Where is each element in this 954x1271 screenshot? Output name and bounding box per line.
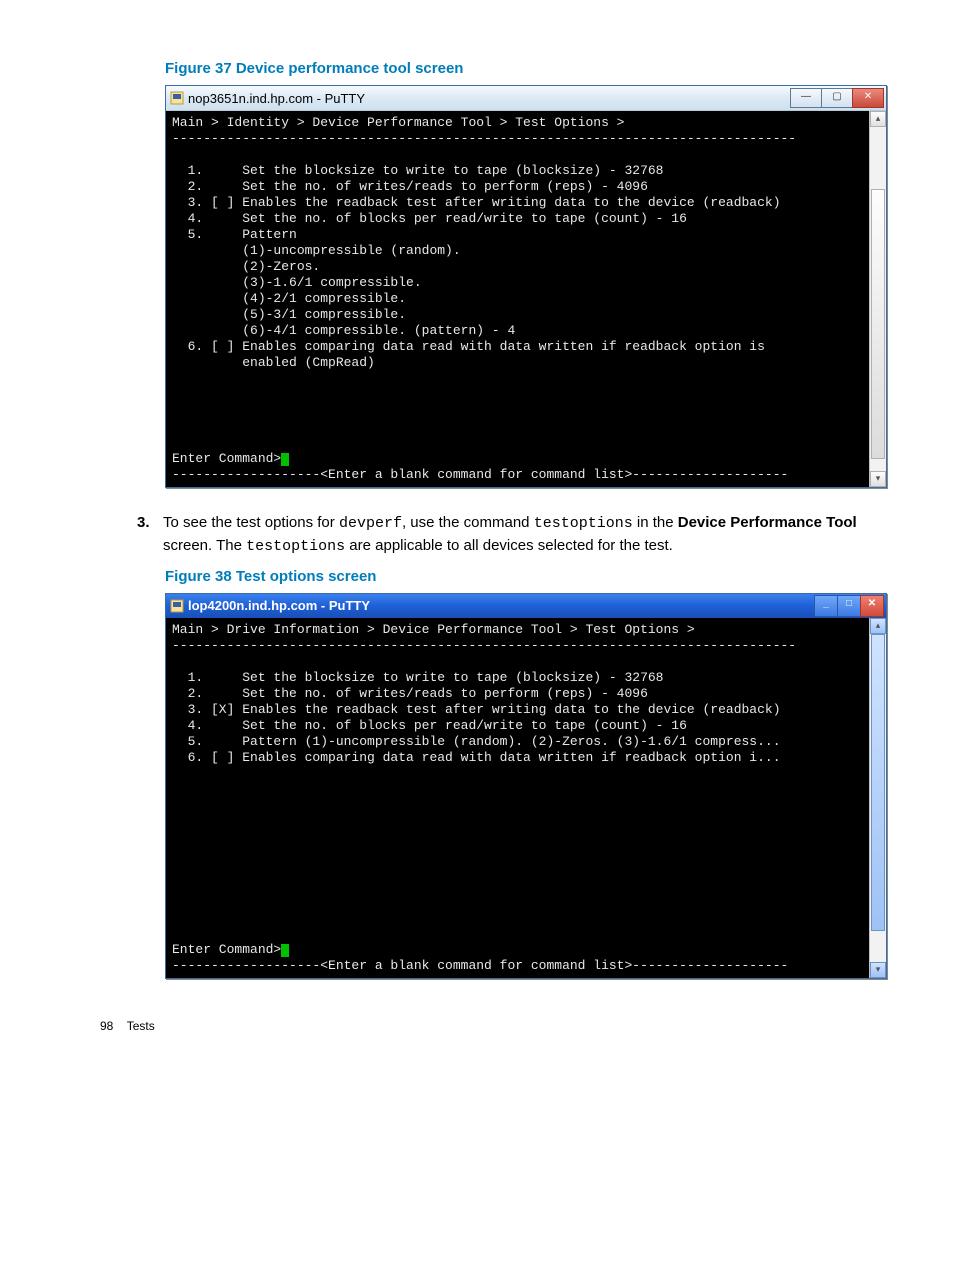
scroll-down-button[interactable]: ▾: [870, 471, 886, 487]
figure-38-caption: Figure 38 Test options screen: [165, 568, 884, 585]
page-footer: 98 Tests: [90, 1019, 884, 1033]
window-buttons-38: _ □ ✕: [815, 595, 884, 617]
scrollbar-37[interactable]: ▴ ▾: [869, 111, 886, 487]
page-number: 98: [100, 1019, 113, 1033]
close-button[interactable]: ✕: [860, 595, 884, 617]
step-number: 3.: [137, 512, 163, 558]
scroll-up-button[interactable]: ▴: [870, 111, 886, 127]
window-title-37: nop3651n.ind.hp.com - PuTTY: [188, 91, 365, 106]
scrollbar-38[interactable]: ▴ ▾: [869, 618, 886, 978]
terminal-38[interactable]: Main > Drive Information > Device Perfor…: [166, 618, 869, 978]
putty-icon: [170, 91, 184, 105]
scroll-down-button[interactable]: ▾: [870, 962, 886, 978]
cursor-icon: [281, 453, 289, 466]
maximize-button[interactable]: □: [837, 595, 861, 617]
terminal-37[interactable]: Main > Identity > Device Performance Too…: [166, 111, 869, 487]
figure-38-window: lop4200n.ind.hp.com - PuTTY _ □ ✕ Main >…: [165, 593, 887, 979]
maximize-button[interactable]: ▢: [821, 88, 853, 108]
scroll-thumb[interactable]: [871, 634, 885, 931]
minimize-button[interactable]: _: [814, 595, 838, 617]
putty-icon: [170, 599, 184, 613]
figure-37-caption: Figure 37 Device performance tool screen: [165, 60, 884, 77]
section-name: Tests: [127, 1019, 155, 1033]
scroll-track[interactable]: [870, 634, 886, 962]
cursor-icon: [281, 944, 289, 957]
figure-37-window: nop3651n.ind.hp.com - PuTTY — ▢ ✕ Main >…: [165, 85, 887, 488]
titlebar-37: nop3651n.ind.hp.com - PuTTY — ▢ ✕: [166, 86, 886, 111]
titlebar-38: lop4200n.ind.hp.com - PuTTY _ □ ✕: [166, 594, 886, 618]
scroll-track[interactable]: [870, 127, 886, 471]
step-3-text: To see the test options for devperf, use…: [163, 512, 884, 558]
close-button[interactable]: ✕: [852, 88, 884, 108]
minimize-button[interactable]: —: [790, 88, 822, 108]
window-buttons-37: — ▢ ✕: [791, 88, 884, 108]
step-3: 3. To see the test options for devperf, …: [165, 512, 884, 558]
scroll-thumb[interactable]: [871, 189, 885, 459]
window-title-38: lop4200n.ind.hp.com - PuTTY: [188, 598, 370, 613]
scroll-up-button[interactable]: ▴: [870, 618, 886, 634]
